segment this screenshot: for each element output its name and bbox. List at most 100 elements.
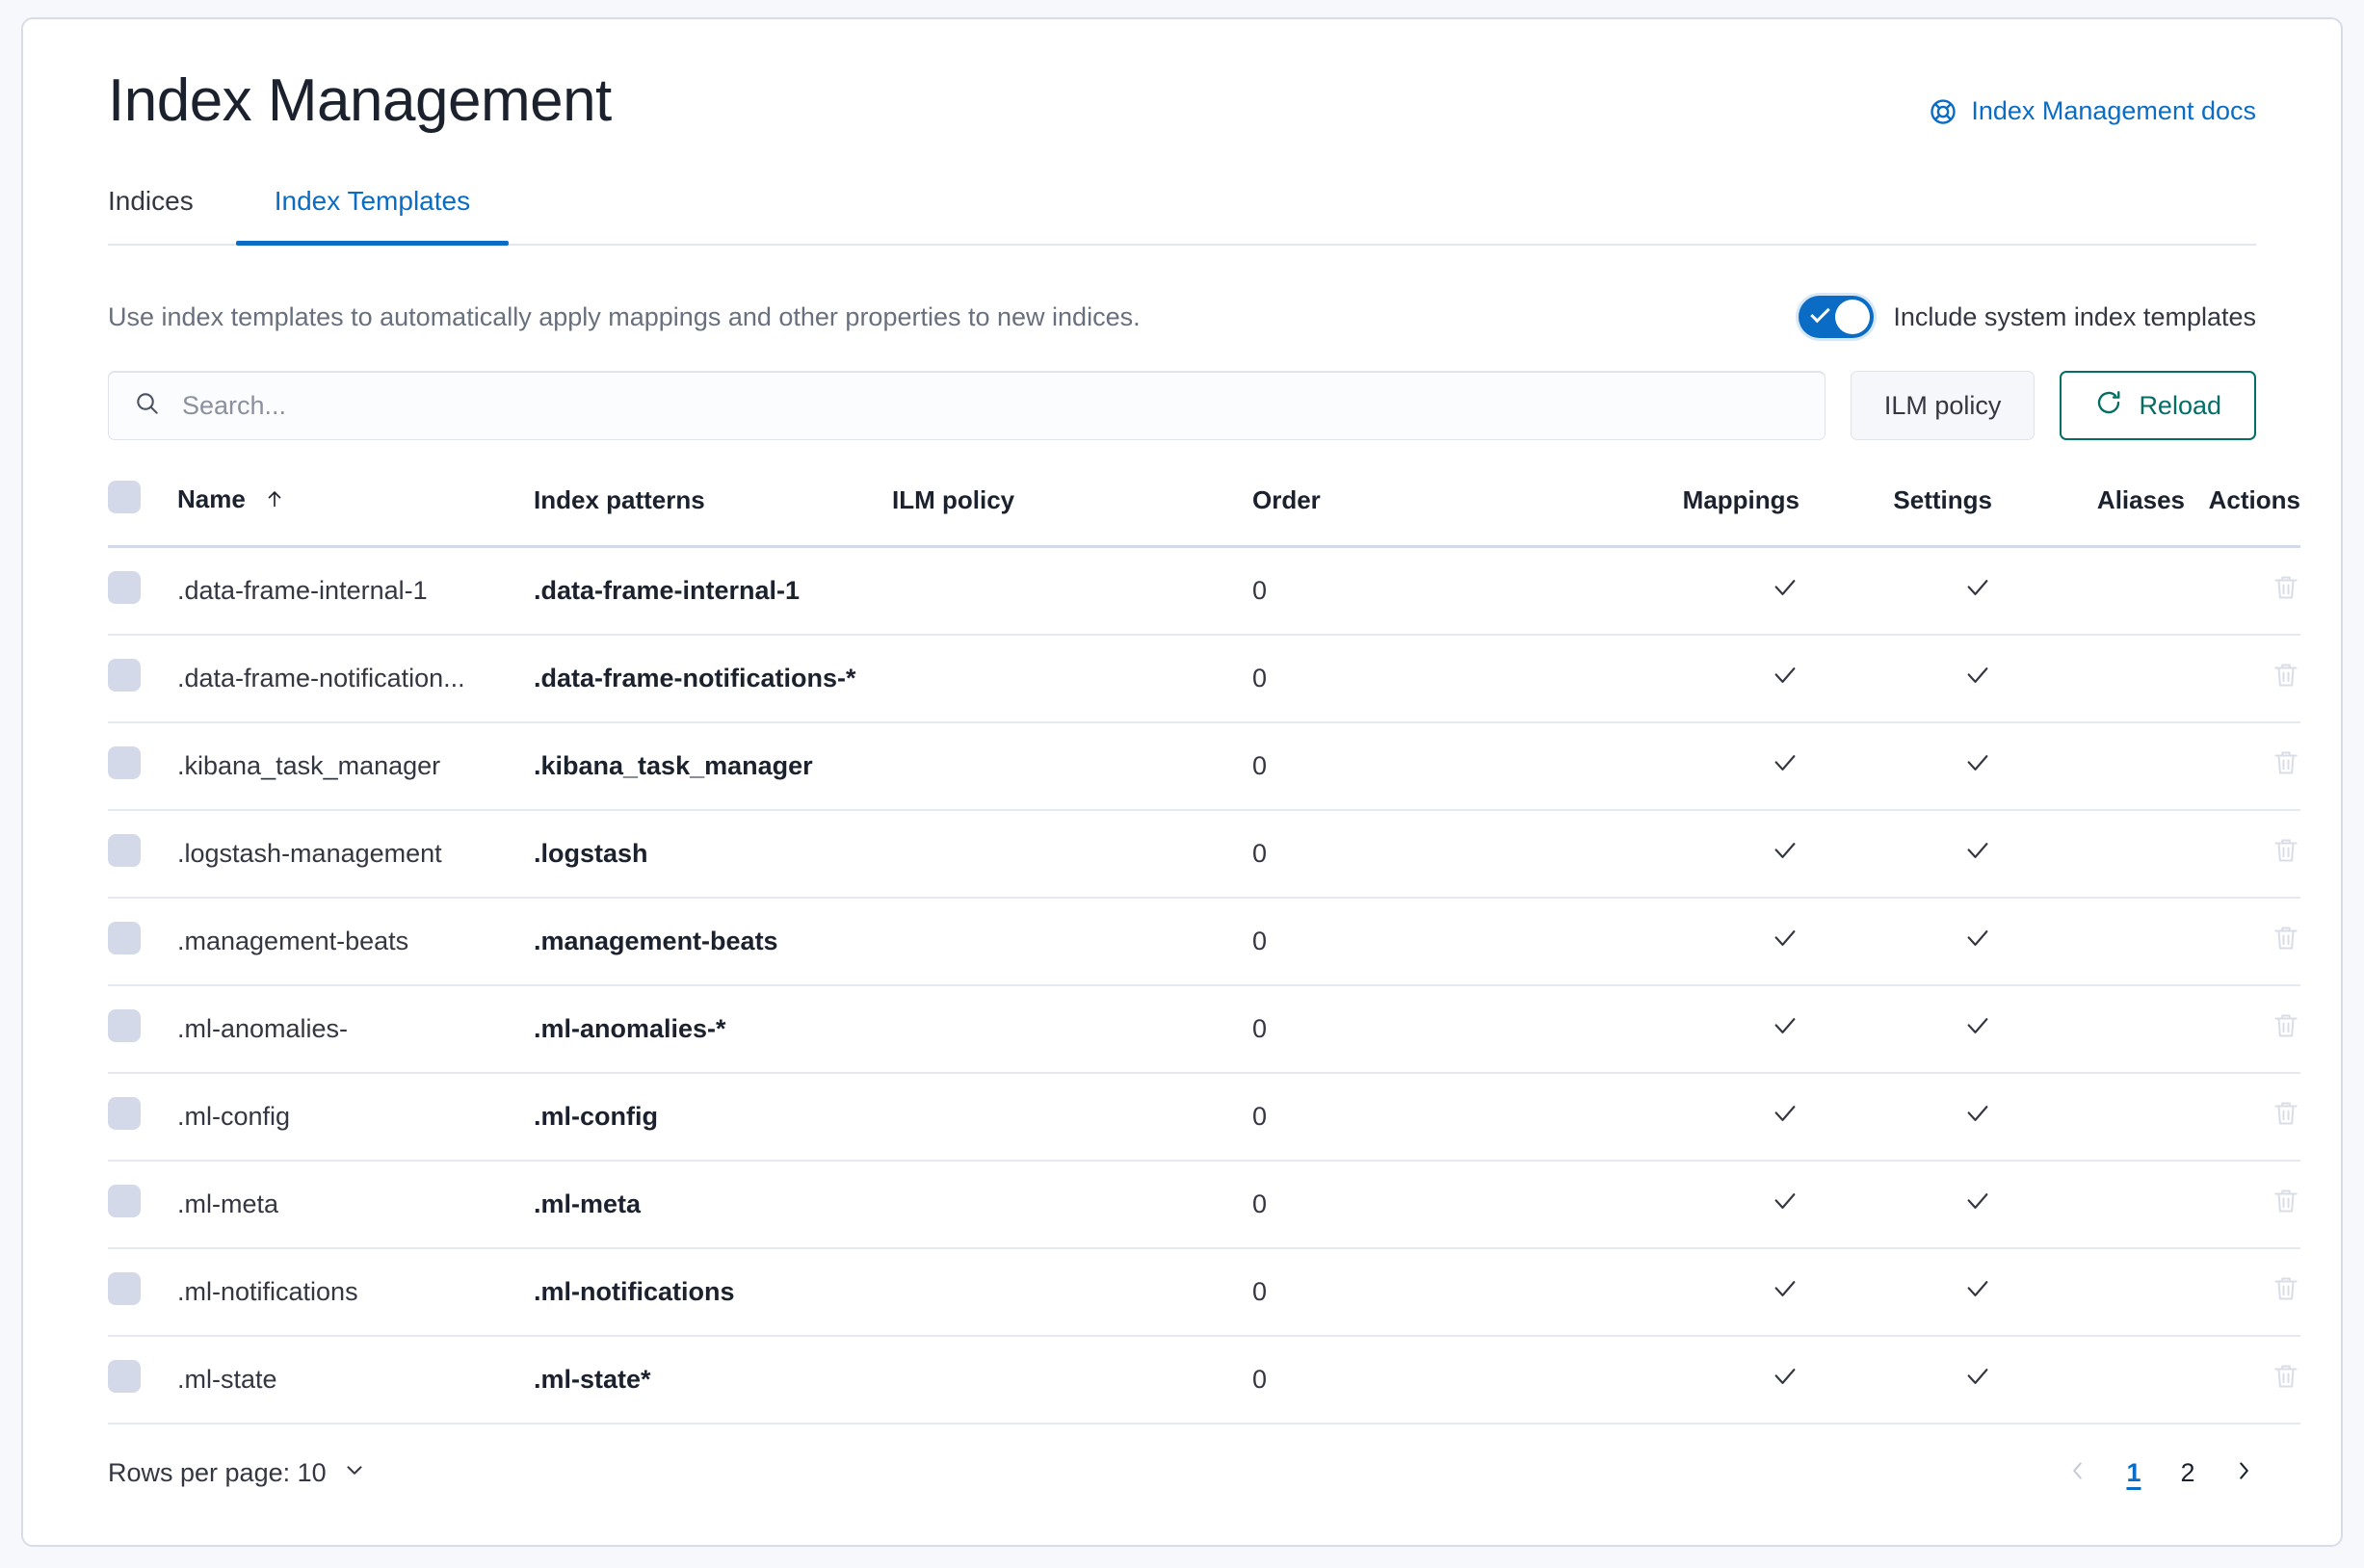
cell-index-pattern: .ml-notifications (534, 1248, 892, 1338)
check-icon (1810, 302, 1831, 324)
pagination: 1 2 (2065, 1458, 2256, 1488)
check-icon (1963, 661, 1992, 696)
trash-icon[interactable] (2272, 661, 2300, 696)
trash-icon[interactable] (2272, 1099, 2300, 1135)
check-icon (1963, 1362, 1992, 1398)
tab-indices[interactable]: Indices (108, 178, 236, 244)
cell-mappings (1607, 722, 1799, 812)
page-button-1[interactable]: 1 (2123, 1458, 2144, 1488)
check-icon (1963, 573, 1992, 609)
row-checkbox[interactable] (108, 571, 141, 605)
cell-order: 0 (1252, 1336, 1607, 1425)
trash-icon[interactable] (2272, 836, 2300, 872)
cell-settings (1799, 1336, 1992, 1425)
arrow-up-icon (264, 486, 285, 516)
check-icon (1963, 1011, 1992, 1047)
index-pattern-value: .data-frame-notifications-* (534, 664, 856, 693)
cell-settings (1799, 985, 1992, 1075)
check-icon (1771, 836, 1799, 872)
index-pattern-value: .ml-anomalies-* (534, 1014, 726, 1044)
check-icon (1963, 1274, 1992, 1310)
chevron-left-icon[interactable] (2065, 1458, 2090, 1488)
table-row: .ml-notifications .ml-notifications 0 (108, 1248, 2300, 1338)
row-checkbox[interactable] (108, 922, 141, 955)
row-select-cell (108, 810, 177, 900)
cell-order: 0 (1252, 898, 1607, 987)
column-header-settings[interactable]: Settings (1799, 471, 1992, 549)
index-management-docs-link[interactable]: Index Management docs (1929, 96, 2256, 126)
cell-name: .ml-config (177, 1073, 534, 1163)
cell-index-pattern: .ml-meta (534, 1161, 892, 1250)
select-all-checkbox[interactable] (108, 481, 141, 514)
column-header-mappings-label: Mappings (1682, 485, 1799, 515)
cell-aliases (1992, 1248, 2185, 1338)
trash-icon[interactable] (2272, 1011, 2300, 1047)
trash-icon[interactable] (2272, 924, 2300, 959)
row-checkbox[interactable] (108, 1272, 141, 1306)
tab-index-templates[interactable]: Index Templates (235, 178, 510, 247)
cell-ilm-policy (892, 810, 1252, 900)
rows-per-page-selector[interactable]: Rows per page: 10 (108, 1457, 367, 1489)
index-pattern-value: .management-beats (534, 927, 778, 956)
toggle-switch-knob (1835, 300, 1871, 335)
search-field-wrapper[interactable] (108, 371, 1826, 441)
table-header-row: Name Index patterns ILM policy Order Map… (108, 471, 2300, 549)
column-header-name[interactable]: Name (177, 471, 534, 549)
cell-order: 0 (1252, 985, 1607, 1075)
cell-order: 0 (1252, 1073, 1607, 1163)
cell-actions (2185, 722, 2300, 812)
cell-settings (1799, 722, 1992, 812)
row-checkbox[interactable] (108, 1185, 141, 1218)
cell-order: 0 (1252, 722, 1607, 812)
row-select-cell (108, 1336, 177, 1425)
index-pattern-value: .ml-state* (534, 1365, 651, 1395)
trash-icon[interactable] (2272, 1187, 2300, 1222)
trash-icon[interactable] (2272, 1274, 2300, 1310)
chevron-down-icon (342, 1457, 367, 1489)
row-checkbox[interactable] (108, 1009, 141, 1043)
column-header-order[interactable]: Order (1252, 471, 1607, 549)
check-icon (1963, 1187, 1992, 1222)
toggle-switch-track[interactable] (1799, 296, 1875, 339)
reload-button[interactable]: Reload (2060, 371, 2256, 441)
page-button-2[interactable]: 2 (2177, 1458, 2198, 1488)
cell-mappings (1607, 1336, 1799, 1425)
row-checkbox[interactable] (108, 659, 141, 693)
column-header-ilm-policy-label: ILM policy (892, 485, 1015, 515)
cell-index-pattern: .kibana_task_manager (534, 722, 892, 812)
trash-icon[interactable] (2272, 748, 2300, 784)
ilm-policy-button[interactable]: ILM policy (1850, 371, 2036, 441)
column-header-index-patterns[interactable]: Index patterns (534, 471, 892, 549)
cell-name: .logstash-management (177, 810, 534, 900)
index-pattern-value: .logstash (534, 839, 648, 869)
row-select-cell (108, 722, 177, 812)
cell-order: 0 (1252, 810, 1607, 900)
toggle-label: Include system index templates (1893, 301, 2256, 331)
trash-icon[interactable] (2272, 573, 2300, 609)
index-pattern-value: .ml-meta (534, 1189, 642, 1219)
index-pattern-value: .data-frame-internal-1 (534, 576, 801, 606)
cell-aliases (1992, 635, 2185, 724)
cell-mappings (1607, 898, 1799, 987)
cell-settings (1799, 1161, 1992, 1250)
row-checkbox[interactable] (108, 1360, 141, 1394)
trash-icon[interactable] (2272, 1362, 2300, 1398)
check-icon (1771, 1274, 1799, 1310)
chevron-right-icon[interactable] (2231, 1458, 2256, 1488)
column-header-ilm-policy[interactable]: ILM policy (892, 471, 1252, 549)
row-checkbox[interactable] (108, 746, 141, 780)
column-header-aliases[interactable]: Aliases (1992, 471, 2185, 549)
check-icon (1963, 924, 1992, 959)
row-checkbox[interactable] (108, 834, 141, 868)
row-select-cell (108, 985, 177, 1075)
cell-mappings (1607, 546, 1799, 637)
row-checkbox[interactable] (108, 1097, 141, 1131)
cell-order: 0 (1252, 546, 1607, 637)
cell-settings (1799, 810, 1992, 900)
search-icon (134, 390, 161, 422)
cell-aliases (1992, 898, 2185, 987)
include-system-templates-toggle[interactable]: Include system index templates (1799, 296, 2256, 339)
column-header-mappings[interactable]: Mappings (1607, 471, 1799, 549)
cell-settings (1799, 898, 1992, 987)
search-input[interactable] (180, 389, 1799, 422)
